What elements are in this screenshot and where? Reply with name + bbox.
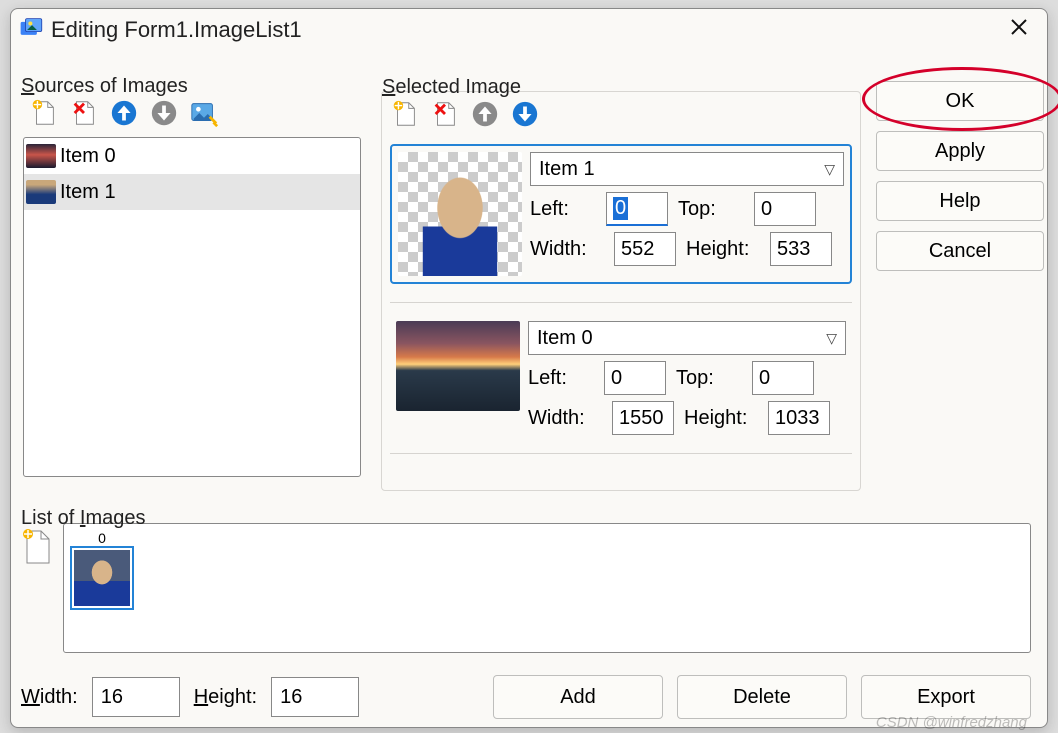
- new-doc-icon[interactable]: [27, 96, 61, 130]
- width-label: Width:: [21, 686, 78, 709]
- card-divider: [390, 302, 852, 303]
- dialog-content: Sources of Images Item 0 Item 1: [11, 51, 1047, 727]
- selected-cards: Item 1 ▽ Left: 0 Top: 0 Width: 552 H: [382, 138, 860, 464]
- height-label: Height:: [686, 238, 760, 261]
- bottom-bar: Width: 16 Height: 16 Add Delete Export: [21, 675, 1031, 719]
- new-doc-icon[interactable]: [388, 97, 422, 131]
- watermark-text: CSDN @winfredzhang: [876, 714, 1027, 731]
- sources-label: Sources of Images: [21, 75, 188, 98]
- selected-card-1[interactable]: Item 0 ▽ Left: 0 Top: 0 Width: 1550: [390, 321, 852, 435]
- selected-group: Selected Image Item 1 ▽: [381, 91, 861, 491]
- sources-item-label: Item 0: [60, 145, 116, 168]
- sources-item-0[interactable]: Item 0: [24, 138, 360, 174]
- width-label: Width:: [530, 238, 604, 261]
- width-input[interactable]: 552: [614, 232, 676, 266]
- left-label: Left:: [528, 367, 594, 390]
- height-label: Height:: [684, 407, 758, 430]
- top-input[interactable]: 0: [754, 192, 816, 226]
- height-input[interactable]: 1033: [768, 401, 830, 435]
- card-preview: [398, 152, 522, 276]
- close-icon: [1009, 17, 1029, 37]
- selected-card-0[interactable]: Item 1 ▽ Left: 0 Top: 0 Width: 552 H: [390, 144, 852, 284]
- app-icon: [19, 17, 45, 43]
- list-item-index: 0: [98, 530, 106, 546]
- chevron-down-icon: ▽: [826, 330, 837, 347]
- combo-value: Item 0: [537, 327, 593, 350]
- ok-button[interactable]: OK: [876, 81, 1044, 121]
- card-fields: Item 0 ▽ Left: 0 Top: 0 Width: 1550: [528, 321, 846, 435]
- combo-value: Item 1: [539, 158, 595, 181]
- apply-button[interactable]: Apply: [876, 131, 1044, 171]
- sources-group: Sources of Images Item 0 Item 1: [21, 91, 371, 491]
- left-input[interactable]: 0: [606, 192, 668, 226]
- thumb-icon: [26, 144, 56, 168]
- chevron-down-icon: ▽: [824, 161, 835, 178]
- list-of-images-label: List of Images: [21, 507, 146, 530]
- arrow-up-icon[interactable]: [468, 97, 502, 131]
- add-button[interactable]: Add: [493, 675, 663, 719]
- sources-item-label: Item 1: [60, 181, 116, 204]
- window-title: Editing Form1.ImageList1: [51, 17, 999, 43]
- top-label: Top:: [678, 198, 744, 221]
- right-button-column: OK Apply Help Cancel: [876, 81, 1044, 281]
- cancel-button[interactable]: Cancel: [876, 231, 1044, 271]
- list-height-input[interactable]: 16: [271, 677, 359, 717]
- selected-label: Selected Image: [382, 76, 521, 99]
- delete-button[interactable]: Delete: [677, 675, 847, 719]
- card-divider: [390, 453, 852, 454]
- close-button[interactable]: [999, 13, 1039, 47]
- sources-item-1[interactable]: Item 1: [24, 174, 360, 210]
- left-label: Left:: [530, 198, 596, 221]
- picture-edit-icon[interactable]: [187, 96, 221, 130]
- delete-doc-icon[interactable]: [67, 96, 101, 130]
- top-input[interactable]: 0: [752, 361, 814, 395]
- delete-doc-icon[interactable]: [428, 97, 462, 131]
- list-of-images-box[interactable]: 0: [63, 523, 1031, 653]
- width-input[interactable]: 1550: [612, 401, 674, 435]
- list-width-input[interactable]: 16: [92, 677, 180, 717]
- left-input[interactable]: 0: [604, 361, 666, 395]
- card-fields: Item 1 ▽ Left: 0 Top: 0 Width: 552 H: [530, 152, 844, 276]
- top-label: Top:: [676, 367, 742, 390]
- dialog-window: Editing Form1.ImageList1 Sources of Imag…: [10, 8, 1048, 728]
- card-preview: [396, 321, 520, 411]
- thumb-icon: [26, 180, 56, 204]
- help-button[interactable]: Help: [876, 181, 1044, 221]
- list-of-images-group: List of Images 0: [21, 523, 1031, 693]
- card-name-combo[interactable]: Item 1 ▽: [530, 152, 844, 186]
- thumb-icon: [74, 550, 130, 606]
- export-button[interactable]: Export: [861, 675, 1031, 719]
- width-label: Width:: [528, 407, 602, 430]
- new-doc-icon[interactable]: [21, 527, 53, 567]
- sources-listbox[interactable]: Item 0 Item 1: [23, 137, 361, 477]
- card-name-combo[interactable]: Item 0 ▽: [528, 321, 846, 355]
- height-label: Height:: [194, 686, 257, 709]
- titlebar: Editing Form1.ImageList1: [11, 9, 1047, 51]
- arrow-up-icon[interactable]: [107, 96, 141, 130]
- arrow-down-icon[interactable]: [147, 96, 181, 130]
- arrow-down-icon[interactable]: [508, 97, 542, 131]
- height-input[interactable]: 533: [770, 232, 832, 266]
- list-item-0[interactable]: [70, 546, 134, 610]
